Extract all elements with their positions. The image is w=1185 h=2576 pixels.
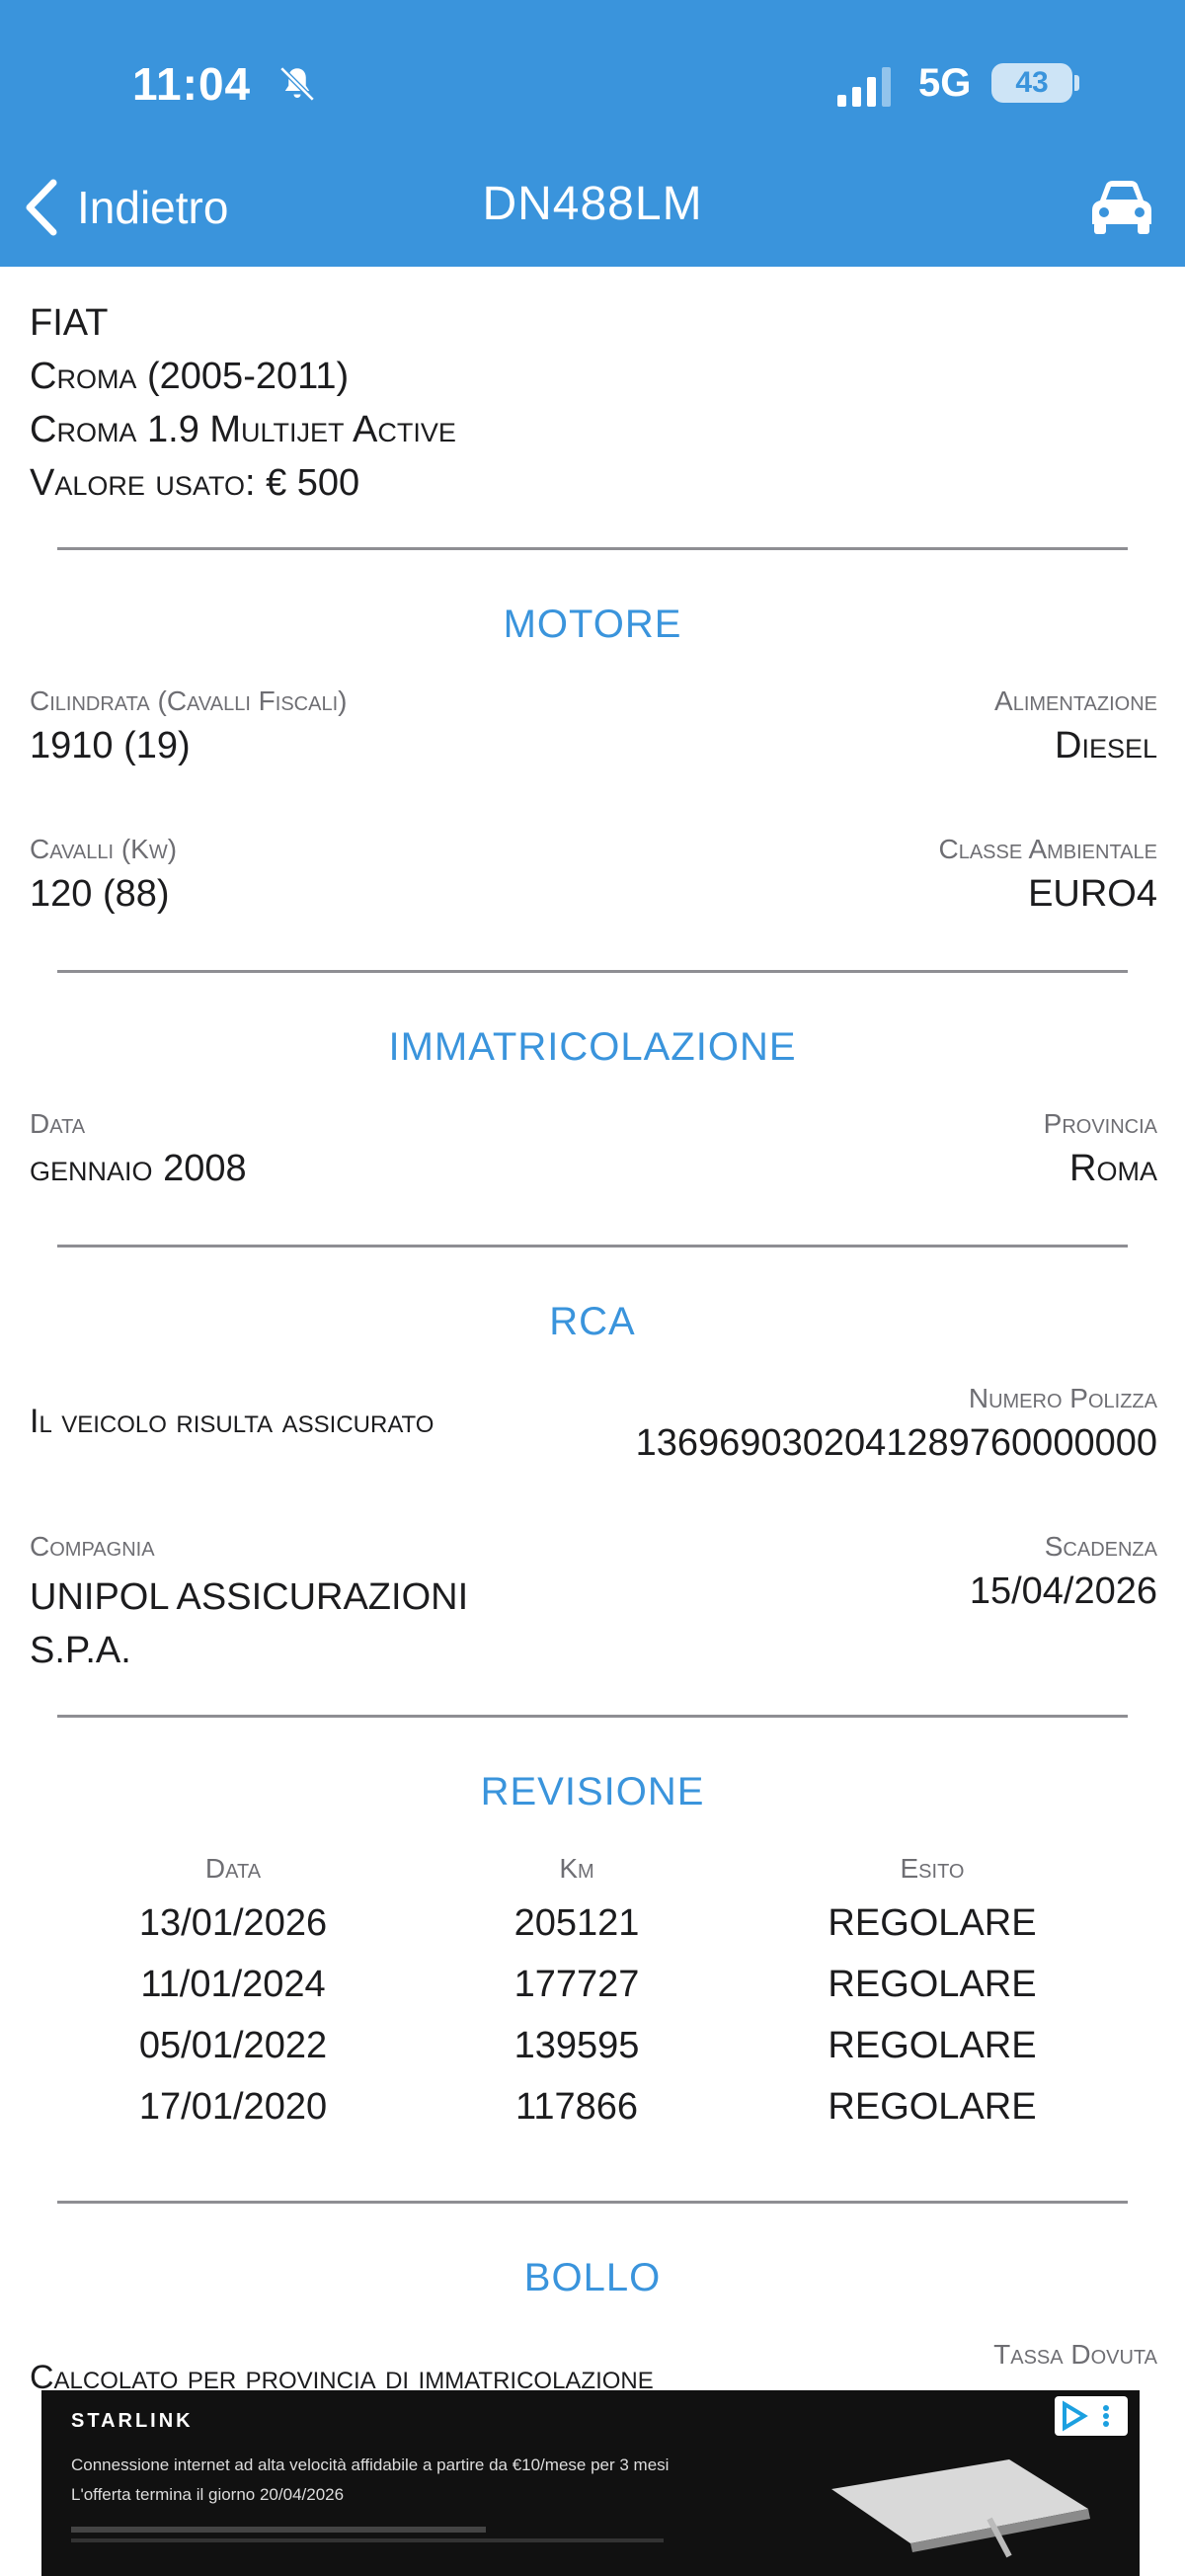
revisione-col-km: Km 205121 177727 139595 117866 — [429, 1853, 725, 2137]
alimentazione-label: Alimentazione — [994, 685, 1157, 716]
top-bar: 11:04 5G 43 Indietro DN488LM — [0, 0, 1185, 267]
polizza-value: 1369690302041289760000000 — [635, 1422, 1157, 1464]
table-cell: 177727 — [514, 1964, 640, 2005]
ad-fine-print — [71, 2538, 664, 2542]
car-icon[interactable] — [1086, 175, 1157, 238]
compagnia-label: Compagnia — [30, 1531, 155, 1562]
table-cell: 205121 — [514, 1902, 640, 1944]
table-cell: REGOLARE — [828, 2025, 1037, 2066]
scadenza-label: Scadenza — [1044, 1531, 1157, 1562]
section-title-bollo: BOLLO — [523, 2256, 662, 2299]
section-title-rca: RCA — [549, 1300, 636, 1343]
vehicle-version: Croma 1.9 Multijet Active — [30, 409, 456, 450]
ad-text: Connessione internet ad alta velocità af… — [71, 2455, 670, 2474]
ad-banner[interactable]: STARLINK Connessione internet ad alta ve… — [41, 2390, 1140, 2576]
ad-fine-print — [71, 2527, 486, 2533]
section-title-revisione: REVISIONE — [480, 1770, 705, 1813]
vehicle-brand: FIAT — [30, 302, 109, 344]
status-bar: 11:04 5G 43 — [0, 57, 1185, 117]
revisione-header-km: Km — [559, 1853, 594, 1884]
revisione-col-esito: Esito REGOLARE REGOLARE REGOLARE REGOLAR… — [784, 1853, 1080, 2137]
revisione-header-esito: Esito — [900, 1853, 965, 1884]
divider — [57, 2201, 1128, 2204]
provincia-value: Roma — [1069, 1148, 1157, 1189]
table-cell: REGOLARE — [828, 2086, 1037, 2128]
bell-slash-icon — [279, 66, 315, 102]
alimentazione-value: Diesel — [1055, 725, 1157, 766]
tassa-dovuta-label: Tassa Dovuta — [993, 2339, 1157, 2370]
vehicle-model: Croma (2005-2011) — [30, 356, 350, 397]
divider — [57, 547, 1128, 550]
satellite-dish-image — [831, 2459, 1090, 2558]
table-cell: 17/01/2020 — [138, 2086, 328, 2128]
table-cell: 117866 — [515, 2086, 638, 2128]
immatricolazione-data-value: gennaio 2008 — [30, 1148, 247, 1189]
ad-text-offer: L'offerta termina il giorno 20/04/2026 — [71, 2485, 345, 2504]
table-cell: 11/01/2024 — [140, 1964, 326, 2005]
divider — [57, 1715, 1128, 1718]
signal-icon — [837, 67, 891, 107]
divider — [57, 970, 1128, 973]
section-title-immatricolazione: IMMATRICOLAZIONE — [388, 1025, 797, 1069]
scadenza-value: 15/04/2026 — [969, 1570, 1157, 1612]
provincia-label: Provincia — [1043, 1108, 1157, 1139]
table-cell: 13/01/2026 — [138, 1902, 328, 1944]
cilindrata-value: 1910 (19) — [30, 725, 191, 766]
nav-bar: Indietro DN488LM — [0, 173, 1185, 252]
table-cell: 139595 — [514, 2025, 640, 2066]
vehicle-used-value: Valore usato: € 500 — [30, 462, 360, 504]
cilindrata-label: Cilindrata (Cavalli Fiscali) — [30, 685, 348, 716]
table-cell: 05/01/2022 — [138, 2025, 328, 2066]
ad-brand: STARLINK — [71, 2410, 194, 2432]
compagnia-line-2: S.P.A. — [30, 1630, 131, 1671]
section-title-motore: MOTORE — [503, 603, 682, 646]
compagnia-line-1: UNIPOL ASSICURAZIONI — [30, 1576, 469, 1618]
cavalli-value: 120 (88) — [30, 873, 170, 915]
polizza-label: Numero Polizza — [968, 1383, 1157, 1413]
table-cell: REGOLARE — [828, 1964, 1037, 2005]
battery-icon: 43 — [991, 63, 1072, 103]
clock: 11:04 — [132, 58, 252, 110]
page-title: DN488LM — [482, 178, 703, 230]
cavalli-label: Cavalli (Kw) — [30, 834, 178, 864]
revisione-header-data: Data — [204, 1853, 262, 1884]
immatricolazione-data-label: Data — [30, 1108, 86, 1139]
vehicle-summary: FIAT Croma (2005-2011) Croma 1.9 Multije… — [30, 296, 456, 510]
classe-ambientale-value: EURO4 — [1028, 873, 1157, 915]
table-cell: REGOLARE — [828, 1902, 1037, 1944]
revisione-col-data: Data 13/01/2026 11/01/2024 05/01/2022 17… — [85, 1853, 381, 2137]
divider — [57, 1245, 1128, 1248]
classe-ambientale-label: Classe Ambientale — [938, 834, 1158, 864]
ad-choices-icon[interactable] — [1055, 2396, 1128, 2436]
compagnia-value: UNIPOL ASSICURAZIONI S.P.A. — [30, 1570, 468, 1677]
rca-status: Il veicolo risulta assicurato — [30, 1403, 434, 1440]
battery-tip — [1074, 75, 1079, 91]
network-type: 5G — [918, 61, 972, 105]
